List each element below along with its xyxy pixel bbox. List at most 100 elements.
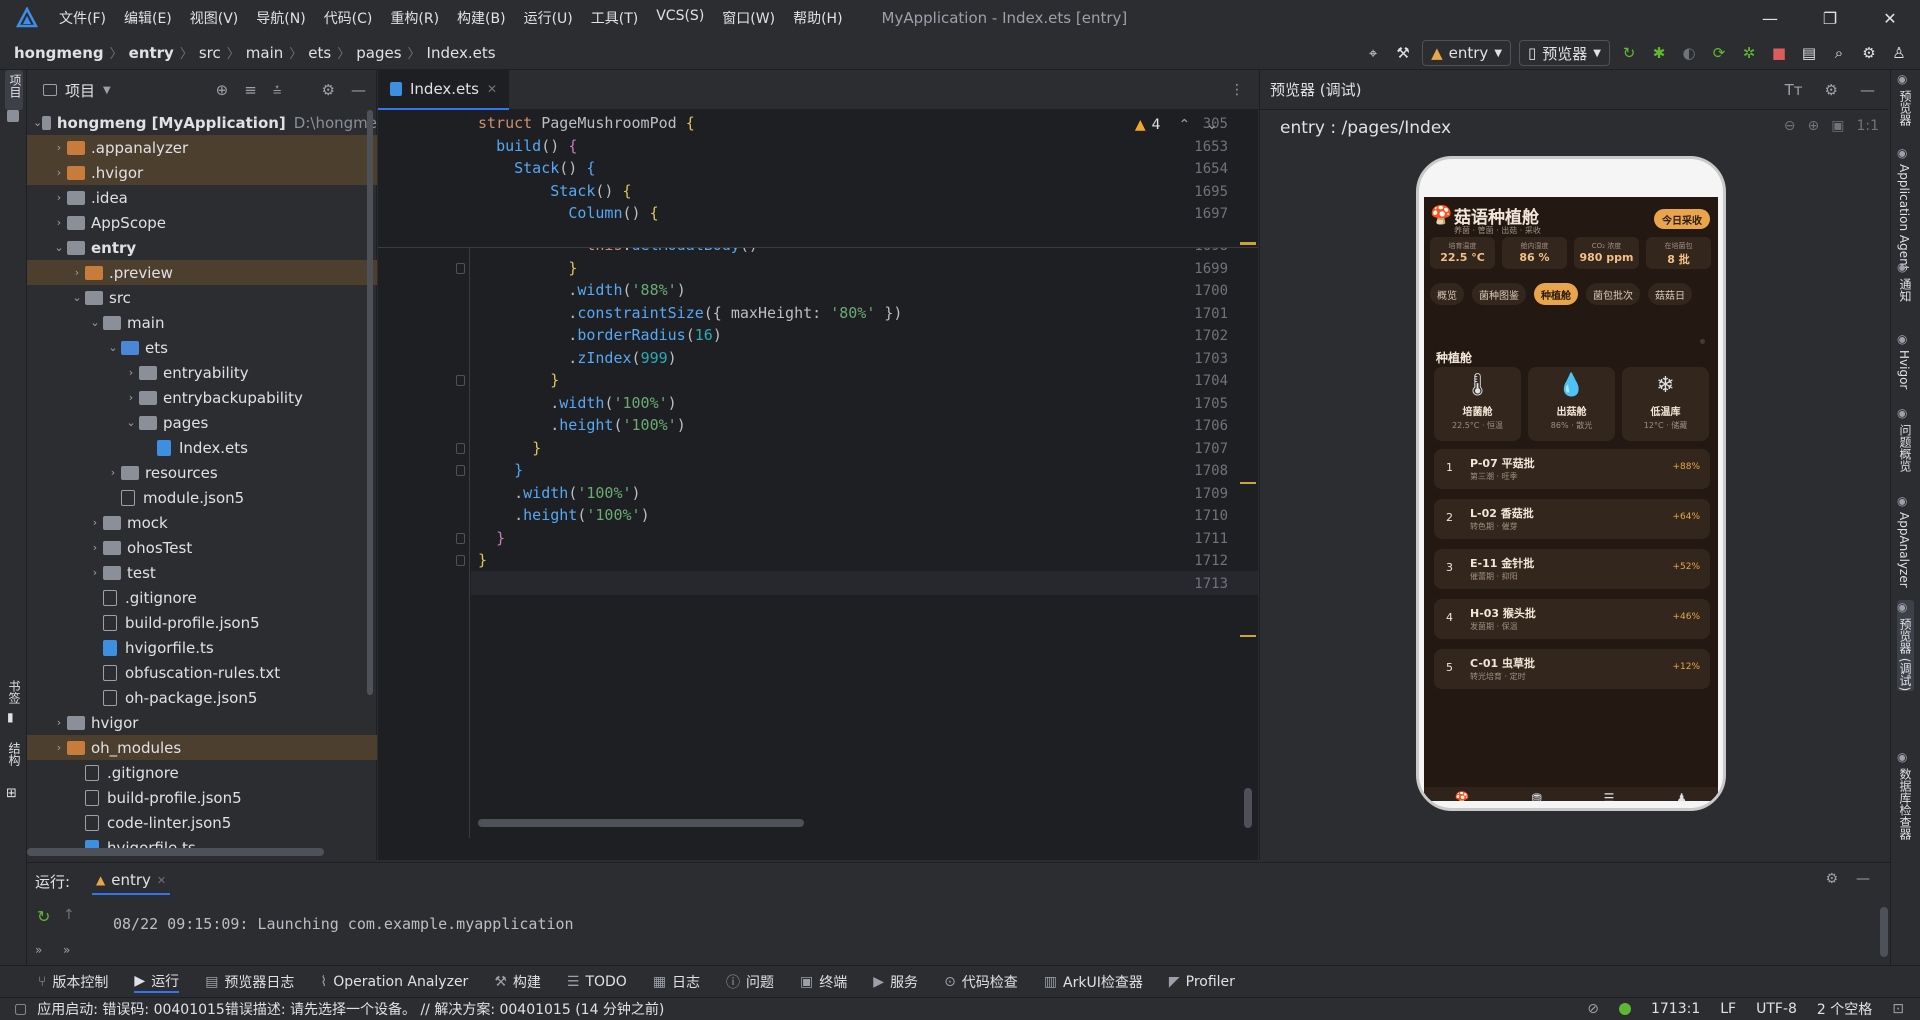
code-line[interactable]: Column() { xyxy=(478,204,658,222)
tree-item[interactable]: › entrybackupability xyxy=(27,385,377,410)
batch-row[interactable]: 2 L-02 香菇批 转色期 · 催芽 +64% xyxy=(1434,499,1710,539)
right-tool-button[interactable]: ◉ 问题概览 xyxy=(1897,406,1914,472)
tree-item[interactable]: build-profile.json5 xyxy=(27,610,377,635)
tree-item[interactable]: › AppScope xyxy=(27,210,377,235)
project-view-select[interactable]: 项目 xyxy=(65,80,95,101)
expand-icon[interactable]: » xyxy=(63,943,70,957)
menu-item[interactable]: 代码(C) xyxy=(315,8,382,28)
breadcrumb-item[interactable]: hongmeng xyxy=(14,44,104,62)
bookmarks-tool-button[interactable]: 书签 xyxy=(6,680,23,704)
home-mushroom-icon[interactable]: 🍄 xyxy=(1455,791,1470,801)
fold-marker-icon[interactable] xyxy=(456,532,465,544)
batch-row[interactable]: 1 P-07 平菇批 第三潮 · 旺季 +88% xyxy=(1434,449,1710,489)
tool-window-5[interactable]: ⚒ 构建 xyxy=(494,972,541,992)
right-tool-button[interactable]: ◉ AppAnalyzer xyxy=(1897,494,1911,588)
menu-item[interactable]: 构建(B) xyxy=(448,8,515,28)
tab-index-ets[interactable]: Index.ets ✕ xyxy=(378,69,510,110)
menu-item[interactable]: 导航(N) xyxy=(247,8,314,28)
chevron-down-icon[interactable]: ⌄ xyxy=(123,416,139,429)
chamber-card[interactable]: ❄ 低温库 12°C · 储藏 xyxy=(1622,367,1709,441)
menu-item[interactable]: 编辑(E) xyxy=(115,8,181,28)
options-gear-icon[interactable]: ⚙ xyxy=(322,81,335,99)
fold-marker-icon[interactable] xyxy=(456,262,465,274)
status-panel-icon[interactable]: ▢ xyxy=(14,1001,27,1017)
run-tab-entry[interactable]: ▲ entry ✕ xyxy=(92,867,171,895)
code-line[interactable]: .height('100%') xyxy=(478,416,685,434)
hide-preview-icon[interactable]: — xyxy=(1860,81,1875,99)
chamber-card[interactable]: 💧 出菇舱 86% · 散光 xyxy=(1528,367,1615,441)
tool-window-11[interactable]: ⊙ 代码检查 xyxy=(944,972,1018,992)
tree-item[interactable]: ⌄ hongmeng [MyApplication] D:\hongme xyxy=(27,110,377,135)
prev-issue-icon[interactable]: ⌃ xyxy=(1179,117,1191,133)
menu-item[interactable]: 视图(V) xyxy=(181,8,248,28)
inspection-widget[interactable]: ▲ 4 ⌃ ⌄ xyxy=(1135,117,1218,133)
chevron-down-icon[interactable]: ⌄ xyxy=(87,316,103,329)
line-separator[interactable]: LF xyxy=(1720,1001,1736,1017)
project-tool-button[interactable]: 项目 xyxy=(5,70,23,110)
tree-item[interactable]: ⌄ entry xyxy=(27,235,377,260)
device-manager-icon[interactable]: ▤ xyxy=(1798,42,1820,64)
target-icon[interactable]: ⌖ xyxy=(1362,42,1384,64)
profile-icon[interactable]: ♟ xyxy=(1676,791,1687,801)
breadcrumb-item[interactable]: entry xyxy=(129,44,174,62)
code-line[interactable]: } xyxy=(478,259,577,277)
tree-item[interactable]: Index.ets xyxy=(27,435,377,460)
fold-marker-icon[interactable] xyxy=(456,465,465,476)
editor-v-scrollbar[interactable] xyxy=(1244,788,1252,828)
tool-window-9[interactable]: ▣ 终端 xyxy=(800,972,847,992)
chevron-right-icon[interactable]: › xyxy=(123,366,139,379)
chevron-down-icon[interactable]: ⌄ xyxy=(105,341,121,354)
debug-icon[interactable]: ✱ xyxy=(1648,42,1670,64)
code-line[interactable]: .width('100%') xyxy=(478,394,676,412)
code-line[interactable]: } xyxy=(478,529,505,547)
code-line[interactable]: .width('88%') xyxy=(478,281,685,299)
tree-item[interactable]: › .preview xyxy=(27,260,377,285)
right-tool-button[interactable]: ◉ Application Agent xyxy=(1897,146,1911,270)
tool-window-2[interactable]: ▶ 运行 xyxy=(134,971,180,993)
code-line[interactable]: .constraintSize({ maxHeight: '80%' }) xyxy=(478,304,902,322)
tree-item[interactable]: obfuscation-rules.txt xyxy=(27,660,377,685)
rerun-icon[interactable]: ↻ xyxy=(37,907,50,926)
fold-marker-icon[interactable] xyxy=(456,555,465,566)
zoom-out-icon[interactable]: ⊖ xyxy=(1784,118,1796,134)
code-line[interactable]: .width('100%') xyxy=(478,484,640,502)
expand-all-icon[interactable]: ≡ xyxy=(244,81,257,99)
right-tool-button[interactable]: ◉ 预览器 (调试) xyxy=(1897,600,1914,692)
breadcrumb-item[interactable]: pages xyxy=(356,44,401,62)
fit-screen-icon[interactable]: ▣ xyxy=(1831,118,1844,134)
run-config-select[interactable]: ▲ entry ▼ xyxy=(1422,40,1512,66)
font-size-icon[interactable]: Tт xyxy=(1785,81,1803,99)
breadcrumb-item[interactable]: ets xyxy=(308,44,331,62)
code-line[interactable]: Stack() { xyxy=(478,159,595,177)
code-line[interactable]: } xyxy=(478,371,559,389)
tree-item[interactable]: ⌄ pages xyxy=(27,410,377,435)
tree-item[interactable]: oh-package.json5 xyxy=(27,685,377,710)
chip-tab[interactable]: 菌包批次 xyxy=(1586,283,1640,305)
tree-item[interactable]: ⌄ ets xyxy=(27,335,377,360)
tool-window-3[interactable]: ▤ 预览器日志 xyxy=(205,972,294,992)
warning-marker[interactable] xyxy=(1240,635,1256,637)
app-screen[interactable]: 🍄 菇语种植舱 养菌 · 管菌 · 出菇 · 采收 今日采收 培育温度 22.5 … xyxy=(1424,197,1718,801)
breadcrumb-item[interactable]: Index.ets xyxy=(427,44,496,62)
tree-item[interactable]: › .hvigor xyxy=(27,160,377,185)
books-icon[interactable]: ☰ xyxy=(1604,791,1615,801)
run-settings-gear-icon[interactable]: ⚙ xyxy=(1825,871,1838,887)
chevron-down-icon[interactable]: ▼ xyxy=(103,85,111,96)
batch-row[interactable]: 5 C-01 虫草批 转光培育 · 定时 +12% xyxy=(1434,649,1710,689)
settings-gear-icon[interactable]: ⚙ xyxy=(1858,42,1880,64)
chip-tab[interactable]: 菌种图鉴 xyxy=(1472,283,1526,305)
batch-row[interactable]: 4 H-03 猴头批 发菌期 · 保温 +46% xyxy=(1434,599,1710,639)
tree-item[interactable]: code-linter.json5 xyxy=(27,810,377,835)
menu-item[interactable]: 窗口(W) xyxy=(713,8,784,28)
status-message[interactable]: 应用启动: 错误码: 00401015错误描述: 请先选择一个设备。 // 解决… xyxy=(37,999,664,1019)
log-scrollbar[interactable] xyxy=(1880,907,1888,957)
code-line[interactable]: .borderRadius(16) xyxy=(478,326,722,344)
chevron-down-icon[interactable]: ⌄ xyxy=(69,291,85,304)
tool-window-4[interactable]: ⌇ Operation Analyzer xyxy=(320,974,468,990)
chevron-right-icon[interactable]: › xyxy=(51,166,67,179)
tree-item[interactable]: › .idea xyxy=(27,185,377,210)
chip-tab[interactable]: 菇菇日 xyxy=(1648,283,1692,305)
code-line[interactable]: } xyxy=(478,461,523,479)
hide-panel-icon[interactable]: — xyxy=(351,81,366,99)
tool-window-12[interactable]: ▥ ArkUI检查器 xyxy=(1044,972,1143,992)
